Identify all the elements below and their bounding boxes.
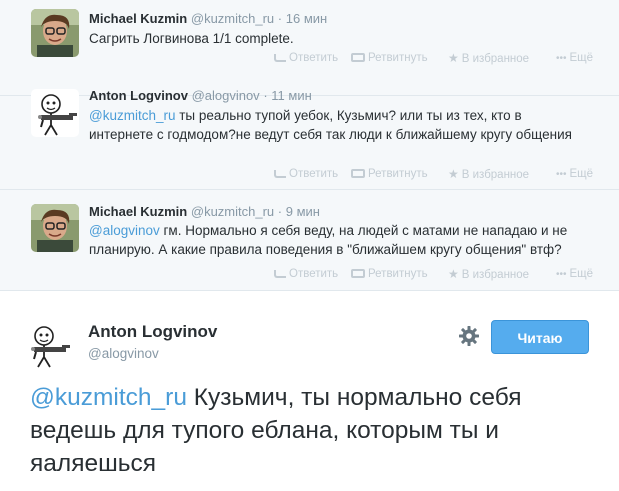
favorite-button[interactable]: ★ В избранное <box>448 266 529 283</box>
reply-icon <box>274 53 286 62</box>
tweet-actions: Ответить Ретвитнуть ★ В избранное ••• Ещё <box>274 166 594 182</box>
tweet-header: Michael Kuzmin @kuzmitch_ru · 16 мин <box>89 11 327 27</box>
permalink-tweet: Anton Logvinov @alogvinov Читаю @kuzmitc… <box>0 291 619 491</box>
retweet-icon <box>351 269 365 279</box>
separator-dot: · <box>277 204 283 219</box>
retweet-label: Ретвитнуть <box>368 168 428 180</box>
retweet-button[interactable]: Ретвитнуть <box>351 166 428 182</box>
more-label: Ещё <box>569 168 594 180</box>
thread-tweet[interactable]: Anton Logvinov @alogvinov · 11 мин @kuzm… <box>0 88 619 190</box>
thread-tweet[interactable]: Michael Kuzmin @kuzmitch_ru · 9 мин @alo… <box>0 190 619 291</box>
retweet-icon <box>351 169 365 179</box>
more-label: Ещё <box>569 52 594 64</box>
tweet-timestamp[interactable]: 11 мин <box>271 88 312 103</box>
tweet-header: Anton Logvinov @alogvinov · 11 мин <box>89 88 312 104</box>
reply-icon <box>274 169 286 178</box>
gear-icon-svg <box>459 326 479 346</box>
tweet-text: @kuzmitch_ru Кузьмич, ты нормально себя … <box>30 381 600 480</box>
separator-dot: · <box>263 88 268 103</box>
star-icon: ★ <box>448 167 459 181</box>
michael-avatar <box>31 204 79 252</box>
reply-button[interactable]: Ответить <box>274 266 338 282</box>
tweet-text: @kuzmitch_ru ты реально тупой уебок, Куз… <box>89 106 589 144</box>
retweet-label: Ретвитнуть <box>368 52 428 64</box>
favorite-label: В избранное <box>461 169 530 181</box>
more-icon: ••• <box>556 53 567 64</box>
avatar[interactable] <box>31 204 79 252</box>
tweet-actions: Ответить Ретвитнуть ★ В избранное ••• Ещё <box>274 50 594 66</box>
thread-tweet[interactable]: Michael Kuzmin @kuzmitch_ru · 16 мин Саг… <box>0 0 619 96</box>
favorite-label: В избранное <box>461 269 530 281</box>
tweet-timestamp[interactable]: 9 мин <box>286 204 320 219</box>
tweet-handle[interactable]: @alogvinov <box>192 88 260 103</box>
tweet-body: Сагрить Логвинова 1/1 complete. <box>89 31 294 46</box>
tweet-timestamp[interactable]: 16 мин <box>286 11 327 26</box>
avatar[interactable] <box>31 9 79 57</box>
following-button[interactable]: Читаю <box>491 320 589 354</box>
avatar[interactable] <box>24 321 72 369</box>
reply-icon <box>274 269 286 278</box>
mention-link[interactable]: @alogvinov <box>89 223 160 238</box>
retweet-button[interactable]: Ретвитнуть <box>351 266 428 282</box>
tweet-body: гм. Нормально я себя веду, на людей с ма… <box>89 223 568 257</box>
reply-label: Ответить <box>289 268 339 280</box>
more-label: Ещё <box>569 268 594 280</box>
more-icon: ••• <box>556 269 567 280</box>
reply-label: Ответить <box>289 168 339 180</box>
tweet-text: @alogvinov гм. Нормально я себя веду, на… <box>89 221 589 259</box>
reply-button[interactable]: Ответить <box>274 166 338 182</box>
reply-label: Ответить <box>289 52 339 64</box>
author-handle[interactable]: @alogvinov <box>88 345 159 363</box>
mention-link[interactable]: @kuzmitch_ru <box>89 108 175 123</box>
more-button[interactable]: ••• Ещё <box>556 266 593 283</box>
author-fullname[interactable]: Anton Logvinov <box>88 322 217 342</box>
favorite-button[interactable]: ★ В избранное <box>448 166 529 183</box>
retweet-button[interactable]: Ретвитнуть <box>351 50 428 66</box>
tweet-handle[interactable]: @kuzmitch_ru <box>191 204 274 219</box>
anton-avatar <box>31 89 79 137</box>
tweet-handle[interactable]: @kuzmitch_ru <box>191 11 274 26</box>
mention-link[interactable]: @kuzmitch_ru <box>30 384 187 411</box>
gear-icon[interactable] <box>458 325 480 347</box>
tweet-header: Michael Kuzmin @kuzmitch_ru · 9 мин <box>89 204 320 220</box>
star-icon: ★ <box>448 51 459 65</box>
conversation-thread: Michael Kuzmin @kuzmitch_ru · 16 мин Саг… <box>0 0 619 291</box>
tweet-fullname[interactable]: Anton Logvinov <box>89 88 188 103</box>
more-button[interactable]: ••• Ещё <box>556 50 593 67</box>
tweet-actions: Ответить Ретвитнуть ★ В избранное ••• Ещё <box>274 266 594 282</box>
michael-avatar <box>31 9 79 57</box>
tweet-text: Сагрить Логвинова 1/1 complete. <box>89 29 589 48</box>
reply-button[interactable]: Ответить <box>274 50 338 66</box>
retweet-label: Ретвитнуть <box>368 268 428 280</box>
more-icon: ••• <box>556 169 567 180</box>
avatar[interactable] <box>31 89 79 137</box>
favorite-button[interactable]: ★ В избранное <box>448 50 529 67</box>
more-button[interactable]: ••• Ещё <box>556 166 593 183</box>
retweet-icon <box>351 53 365 63</box>
tweet-fullname[interactable]: Michael Kuzmin <box>89 204 187 219</box>
star-icon: ★ <box>448 267 459 281</box>
separator-dot: · <box>277 11 283 26</box>
favorite-label: В избранное <box>461 53 530 65</box>
anton-avatar <box>24 321 72 369</box>
tweet-fullname[interactable]: Michael Kuzmin <box>89 11 187 26</box>
